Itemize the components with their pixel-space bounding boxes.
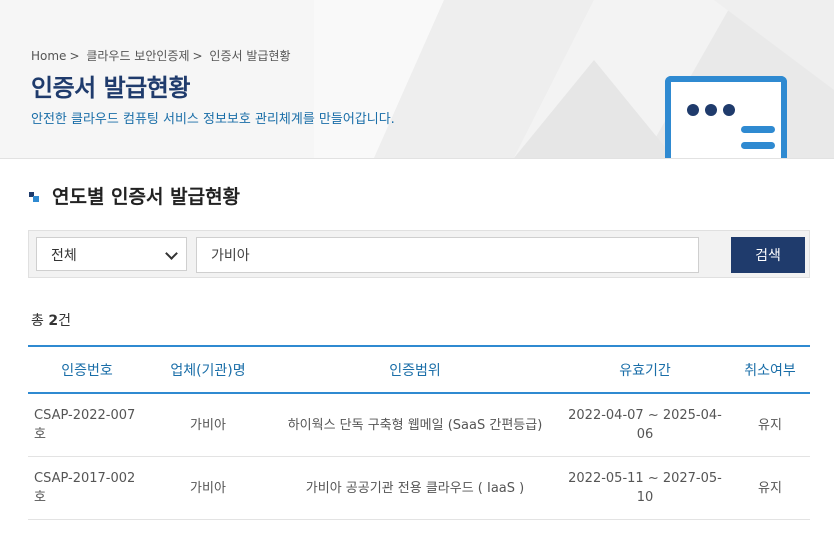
section-title: 연도별 인증서 발급현황 [52, 186, 241, 208]
column-header-number: 인증번호 [28, 345, 146, 394]
header-banner: Home > 클라우드 보안인증제 > 인증서 발급현황 인증서 발급현황 안전한 … [0, 0, 834, 159]
cell-validity: 2022-04-07 ~ 2025-04-06 [560, 393, 730, 457]
cell-scope[interactable]: 가비아 공공기관 전용 클라우드 ( IaaS ) [270, 456, 560, 520]
table-row[interactable]: CSAP-2017-002호 가비아 가비아 공공기관 전용 클라우드 ( Ia… [28, 456, 810, 520]
cell-cert-number: CSAP-2017-002호 [28, 456, 146, 520]
table-header-row: 인증번호 업체(기관)명 인증범위 유효기간 취소여부 [28, 345, 810, 394]
certificate-icon [665, 76, 787, 158]
breadcrumb: Home > 클라우드 보안인증제 > 인증서 발급현황 [31, 47, 294, 64]
certificate-table: 인증번호 업체(기관)명 인증범위 유효기간 취소여부 CSAP-2022-00… [28, 345, 810, 520]
section-bullet-icon [29, 192, 39, 202]
column-header-scope: 인증범위 [270, 345, 560, 394]
cell-company: 가비아 [146, 456, 270, 520]
breadcrumb-home[interactable]: Home [31, 49, 66, 63]
breadcrumb-separator: > [192, 49, 203, 63]
result-count-suffix: 건 [58, 313, 71, 329]
search-input[interactable] [196, 237, 699, 273]
cell-scope[interactable]: 하이웍스 단독 구축형 웹메일 (SaaS 간편등급) [270, 393, 560, 457]
cell-validity: 2022-05-11 ~ 2027-05-10 [560, 456, 730, 520]
search-bar: 전체 검색 [28, 230, 810, 278]
breadcrumb-cloud-security[interactable]: 클라우드 보안인증제 [86, 49, 189, 63]
category-select[interactable]: 전체 [36, 237, 187, 271]
result-count-number: 2 [48, 313, 59, 329]
cell-cancel-status: 유지 [730, 456, 810, 520]
cell-cert-number: CSAP-2022-007호 [28, 393, 146, 457]
table-row[interactable]: CSAP-2022-007호 가비아 하이웍스 단독 구축형 웹메일 (SaaS… [28, 393, 810, 457]
result-count-prefix: 총 [31, 313, 44, 329]
cell-company: 가비아 [146, 393, 270, 457]
column-header-validity: 유효기간 [560, 345, 730, 394]
category-select-value: 전체 [51, 248, 77, 264]
result-count: 총 2건 [31, 310, 71, 330]
column-header-cancel-status: 취소여부 [730, 345, 810, 394]
chevron-down-icon [165, 247, 178, 260]
column-header-company: 업체(기관)명 [146, 345, 270, 394]
breadcrumb-current: 인증서 발급현황 [209, 49, 291, 63]
cell-cancel-status: 유지 [730, 393, 810, 457]
breadcrumb-separator: > [69, 49, 80, 63]
page-subtitle: 안전한 클라우드 컴퓨팅 서비스 정보보호 관리체계를 만들어갑니다. [31, 112, 395, 127]
search-button[interactable]: 검색 [731, 237, 805, 273]
page-title: 인증서 발급현황 [31, 74, 190, 102]
